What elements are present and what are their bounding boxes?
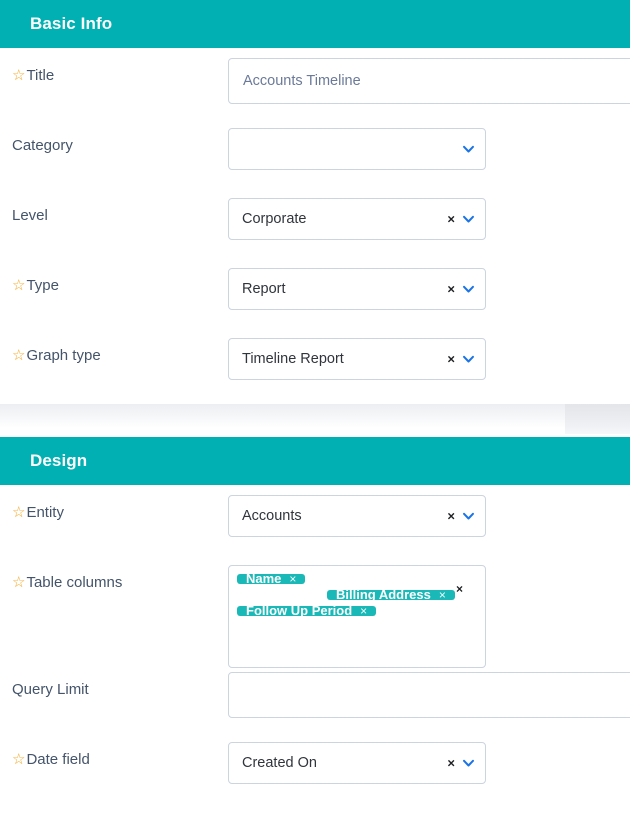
level-select-value: Corporate (242, 211, 307, 227)
form-row-table-columns: ☆ Table columns × Name × Billing Address (0, 561, 630, 668)
field-query-limit (228, 668, 630, 718)
label-level-text: Level (12, 207, 48, 224)
form-row-category: Category (0, 124, 630, 194)
label-query-limit-text: Query Limit (12, 681, 89, 698)
field-level: Corporate × (228, 194, 630, 240)
chevron-down-icon[interactable] (462, 757, 475, 770)
type-select[interactable]: Report × (228, 268, 486, 310)
type-select-value: Report (242, 281, 286, 297)
field-type: Report × (228, 264, 630, 310)
card-separator-right (565, 404, 630, 434)
table-column-tag-name[interactable]: Name × (237, 572, 306, 585)
label-graph-type-text: Graph type (26, 347, 101, 364)
clear-icon[interactable]: × (447, 353, 455, 366)
field-table-columns: × Name × Billing Address × Follow Up Per… (228, 561, 630, 668)
required-star-icon: ☆ (12, 574, 26, 591)
chevron-down-icon[interactable] (462, 510, 475, 523)
field-entity: Accounts × (228, 491, 630, 537)
section-header-design: Design (0, 437, 630, 485)
date-field-select-value: Created On (242, 755, 317, 771)
label-level: Level (0, 194, 228, 226)
field-title: Accounts Timeline (228, 54, 630, 104)
label-table-columns: ☆ Table columns (0, 561, 228, 593)
table-columns-multiselect[interactable]: × Name × Billing Address × Follow Up Per… (228, 565, 486, 668)
title-input-value: Accounts Timeline (243, 73, 361, 89)
chevron-down-icon[interactable] (462, 143, 475, 156)
query-limit-input[interactable] (228, 672, 630, 718)
form-row-title: ☆ Title Accounts Timeline (0, 54, 630, 124)
label-category: Category (0, 124, 228, 156)
label-entity-text: Entity (26, 504, 64, 521)
graph-type-select[interactable]: Timeline Report × (228, 338, 486, 380)
chevron-down-icon[interactable] (462, 283, 475, 296)
label-graph-type: ☆ Graph type (0, 334, 228, 366)
level-select[interactable]: Corporate × (228, 198, 486, 240)
required-star-icon: ☆ (12, 67, 26, 84)
form-row-level: Level Corporate × (0, 194, 630, 264)
design-body: ☆ Entity Accounts × ☆ Table columns × Na… (0, 485, 630, 808)
category-select[interactable] (228, 128, 486, 170)
date-field-select[interactable]: Created On × (228, 742, 486, 784)
clear-icon[interactable]: × (447, 757, 455, 770)
section-title-design: Design (30, 451, 88, 470)
card-separator-left (0, 404, 565, 428)
label-table-columns-text: Table columns (26, 574, 123, 591)
graph-type-select-value: Timeline Report (242, 351, 344, 367)
form-row-query-limit: Query Limit (0, 668, 630, 738)
chevron-down-icon[interactable] (462, 213, 475, 226)
required-star-icon: ☆ (12, 751, 26, 768)
clear-icon[interactable]: × (447, 510, 455, 523)
label-date-field: ☆ Date field (0, 738, 228, 770)
clear-icon[interactable]: × (447, 283, 455, 296)
chevron-down-icon[interactable] (462, 353, 475, 366)
form-row-type: ☆ Type Report × (0, 264, 630, 334)
label-entity: ☆ Entity (0, 491, 228, 523)
label-title-text: Title (26, 67, 55, 84)
label-title: ☆ Title (0, 54, 228, 86)
field-category (228, 124, 630, 170)
card-separator (0, 404, 630, 437)
form-row-graph-type: ☆ Graph type Timeline Report × (0, 334, 630, 404)
label-date-field-text: Date field (26, 751, 90, 768)
form-row-entity: ☆ Entity Accounts × (0, 491, 630, 561)
table-column-tag-billing-address[interactable]: Billing Address × (327, 588, 455, 601)
label-type-text: Type (26, 277, 59, 294)
table-column-tag-follow-up-period[interactable]: Follow Up Period × (237, 604, 377, 617)
entity-select[interactable]: Accounts × (228, 495, 486, 537)
required-star-icon: ☆ (12, 347, 26, 364)
field-graph-type: Timeline Report × (228, 334, 630, 380)
section-header-basic-info: Basic Info (0, 0, 630, 48)
label-type: ☆ Type (0, 264, 228, 296)
report-designer-form: Basic Info ☆ Title Accounts Timeline Cat… (0, 0, 630, 822)
required-star-icon: ☆ (12, 277, 26, 294)
label-query-limit: Query Limit (0, 668, 228, 700)
clear-icon[interactable]: × (447, 213, 455, 226)
field-date-field: Created On × (228, 738, 630, 784)
label-category-text: Category (12, 137, 73, 154)
basic-info-body: ☆ Title Accounts Timeline Category Level… (0, 48, 630, 404)
tag-row: Follow Up Period × (237, 604, 477, 622)
required-star-icon: ☆ (12, 504, 26, 521)
title-input[interactable]: Accounts Timeline (228, 58, 630, 104)
clear-icon[interactable]: × (456, 582, 463, 596)
form-row-date-field: ☆ Date field Created On × (0, 738, 630, 808)
entity-select-value: Accounts (242, 508, 302, 524)
section-title-basic-info: Basic Info (30, 14, 113, 33)
